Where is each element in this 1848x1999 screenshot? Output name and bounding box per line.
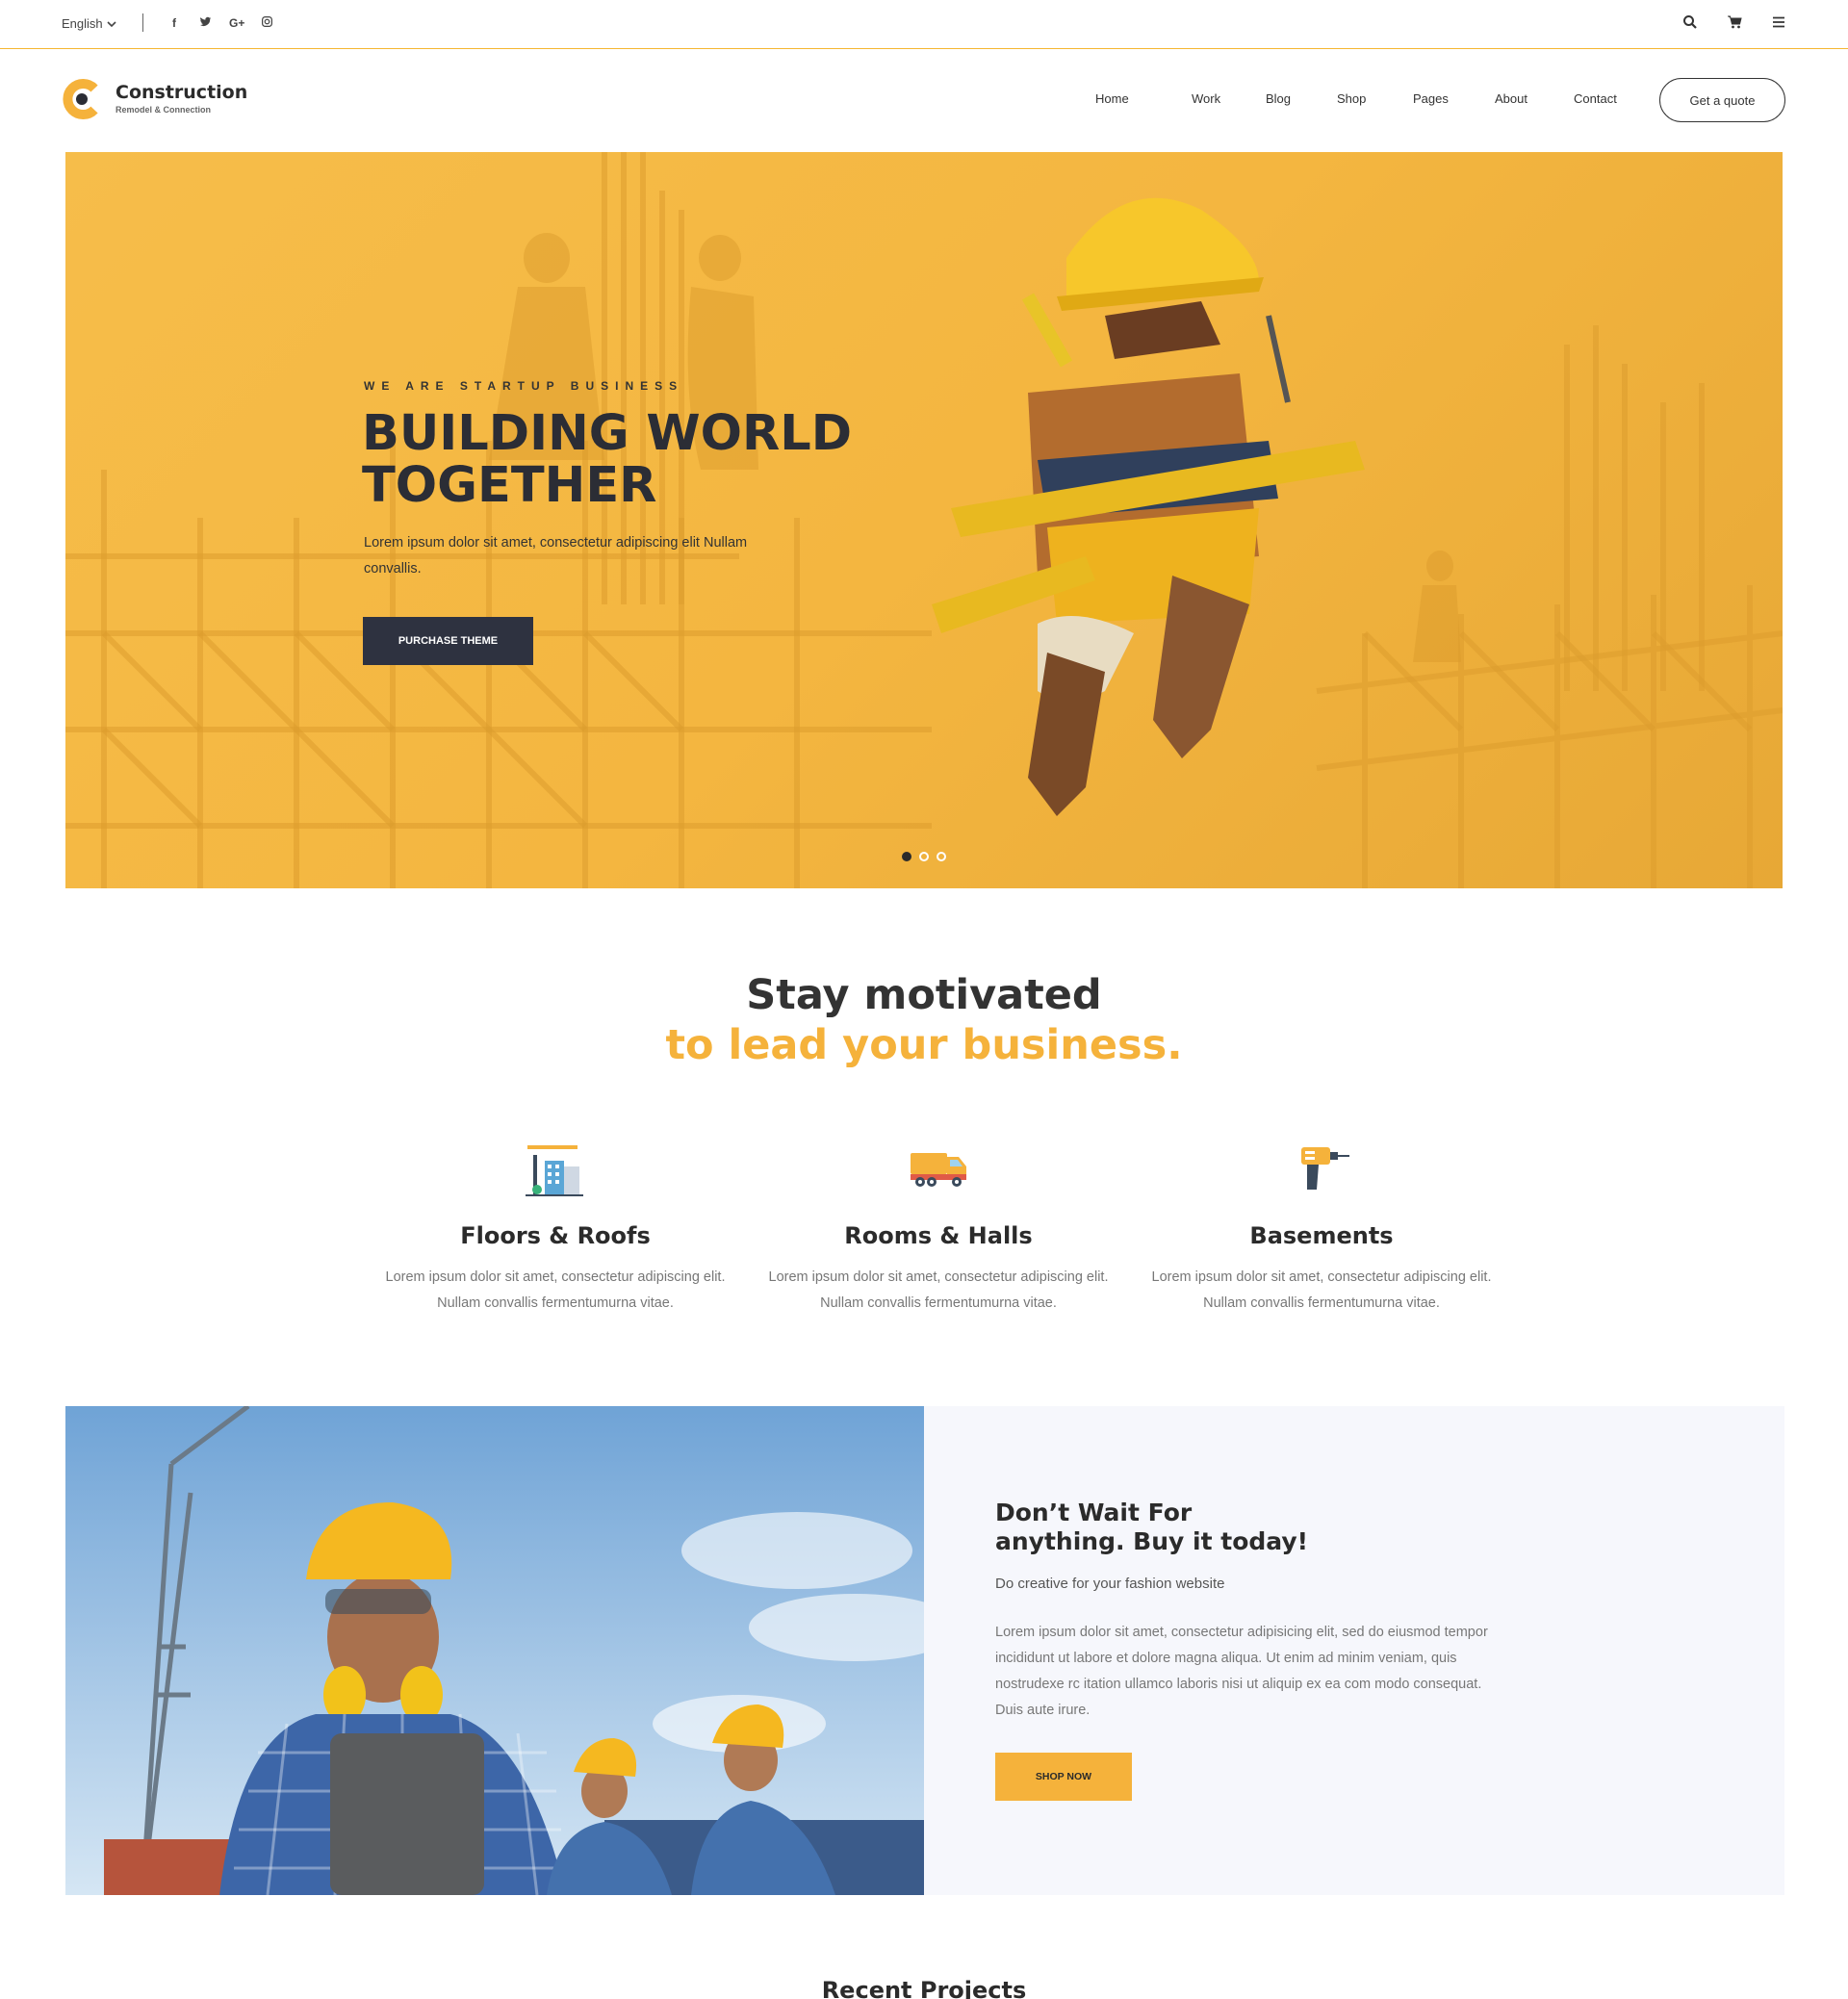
promo-title-line-1: Don’t Wait For [995,1499,1193,1526]
divider [142,13,143,32]
slider-dot[interactable] [919,852,929,861]
social-links: f G+ [167,15,273,31]
instagram-icon[interactable] [260,15,273,31]
drill-icon [1288,1134,1355,1201]
slider-dot[interactable] [902,852,911,861]
recent-projects-heading: Recent Projects [821,1977,1027,1999]
feature-text: Lorem ipsum dolor sit amet, consectetur … [385,1269,726,1311]
nav-item-pages[interactable]: Pages [1413,91,1495,106]
purchase-theme-button[interactable]: PURCHASE THEME [363,617,533,665]
main-nav: Home Work Blog Shop Pages About Contact [1095,91,1641,106]
shop-now-button[interactable]: SHOP NOW [995,1753,1132,1801]
nav-item-contact[interactable]: Contact [1574,91,1641,106]
feature-item: Rooms & Halls Lorem ipsum dolor sit amet… [747,1134,1130,1317]
hero-title-line-1: BUILDING WORLD [362,405,853,462]
hero-text: Lorem ipsum dolor sit amet, consectetur … [364,535,748,577]
hero-subtitle: WE ARE STARTUP BUSINESS [364,379,684,393]
feature-item: Floors & Roofs Lorem ipsum dolor sit ame… [364,1134,747,1317]
google-plus-icon[interactable]: G+ [229,16,244,30]
promo-text: Lorem ipsum dolor sit amet, consectetur … [995,1625,1488,1718]
menu-icon[interactable] [1771,14,1786,30]
facebook-icon[interactable]: f [167,16,181,30]
feature-title: Basements [1249,1222,1394,1249]
nav-item-work[interactable]: Work [1192,91,1266,106]
slider-dot[interactable] [937,852,946,861]
heading-line-1: Stay motivated [746,971,1102,1019]
promo-title: Don’t Wait For anything. Buy it today! [995,1499,1380,1556]
promo-section: Don’t Wait For anything. Buy it today! D… [65,1406,1784,1895]
hero-title-line-2: TOGETHER [362,457,657,514]
feature-text: Lorem ipsum dolor sit amet, consectetur … [1151,1269,1492,1311]
dump-truck-icon [905,1134,972,1201]
nav-item-blog[interactable]: Blog [1266,91,1337,106]
cart-icon[interactable] [1727,14,1742,30]
top-bar: English f G+ [0,0,1848,49]
promo-title-line-2: anything. Buy it today! [995,1527,1309,1555]
chevron-down-icon [107,20,116,27]
feature-text: Lorem ipsum dolor sit amet, consectetur … [768,1269,1109,1311]
feature-item: Basements Lorem ipsum dolor sit amet, co… [1130,1134,1513,1317]
workers-photo [65,1406,924,1895]
hero-slider: WE ARE STARTUP BUSINESS BUILDING WORLD T… [65,152,1783,888]
logo-mark-icon [62,79,102,119]
language-label: English [62,16,103,31]
nav-item-about[interactable]: About [1495,91,1574,106]
section-heading: Stay motivated to lead your business. [0,970,1848,1070]
language-selector[interactable]: English [62,16,116,31]
logo[interactable]: Construction Remodel & Connection [62,79,247,119]
feature-title: Rooms & Halls [844,1222,1033,1249]
main-header: Construction Remodel & Connection Home W… [0,50,1848,150]
features-list: Floors & Roofs Lorem ipsum dolor sit ame… [364,1134,1513,1317]
logo-tagline: Remodel & Connection [116,105,212,115]
building-crane-icon [522,1134,589,1201]
top-actions [1682,14,1786,30]
promo-subtitle: Do creative for your fashion website [995,1576,1225,1592]
slider-dots [902,852,946,861]
search-icon[interactable] [1682,14,1698,30]
heading-line-2: to lead your business. [665,1021,1183,1069]
tool-belt-figure [932,197,1365,816]
feature-title: Floors & Roofs [460,1222,651,1249]
logo-name: Construction [116,82,248,103]
hero-title: BUILDING WORLD TOGETHER [362,408,901,512]
construction-scaffold-image [65,152,1783,888]
nav-item-home[interactable]: Home [1095,91,1192,106]
nav-item-shop[interactable]: Shop [1337,91,1413,106]
get-quote-button[interactable]: Get a quote [1659,78,1785,122]
twitter-icon[interactable] [198,15,212,31]
